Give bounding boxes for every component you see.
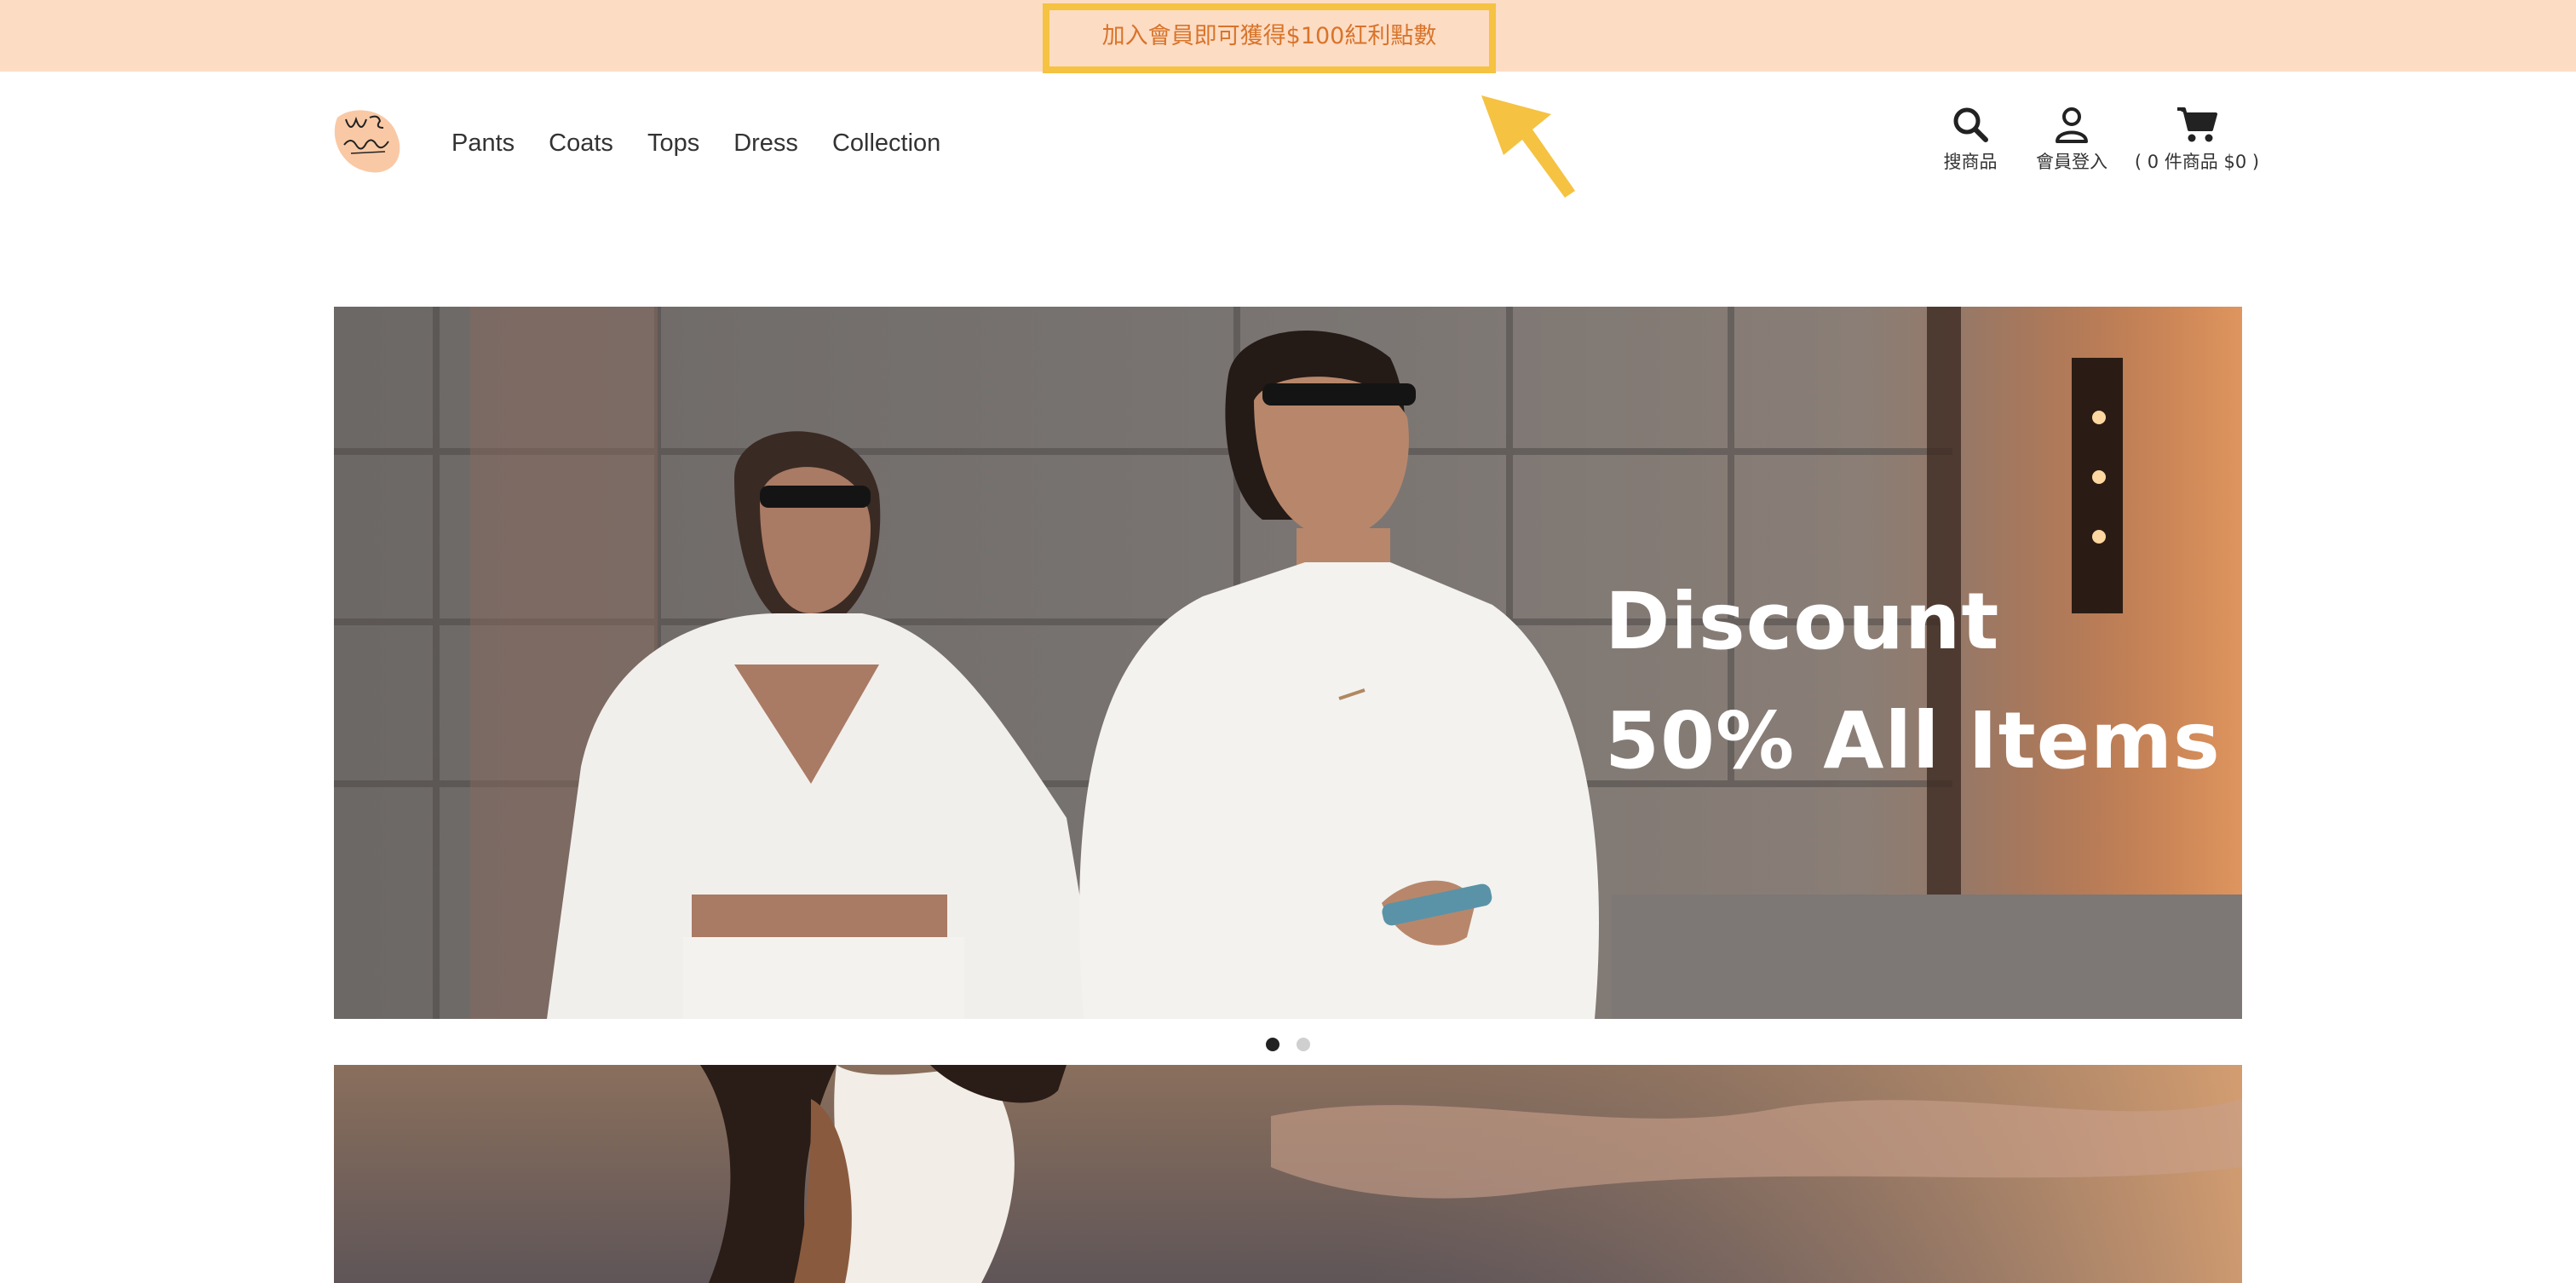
nav-link-tops[interactable]: Tops <box>647 126 699 160</box>
search-label: 搜商品 <box>1943 152 1998 172</box>
member-login-button[interactable]: 會員登入 <box>2029 106 2114 174</box>
carousel-dot-1[interactable] <box>1266 1038 1279 1051</box>
hero-headline: Discount 50% All Items <box>1605 562 2221 801</box>
hero-carousel[interactable]: Discount 50% All Items <box>334 307 2242 1019</box>
hero-headline-line2: 50% All Items <box>1605 695 2221 786</box>
logo-mark <box>334 110 400 173</box>
search-icon <box>1953 107 1988 142</box>
user-icon <box>2056 107 2088 143</box>
second-banner-image[interactable] <box>334 1065 2242 1283</box>
second-banner-photo <box>334 1065 2242 1283</box>
site-logo[interactable] <box>329 101 407 179</box>
header-tools: 搜商品 會員登入 ( 0 件商品 $0 ) <box>1934 106 2274 182</box>
carousel-pagination <box>1266 1038 1310 1051</box>
nav-link-collection[interactable]: Collection <box>832 126 940 160</box>
search-button[interactable]: 搜商品 <box>1941 106 2000 174</box>
nav-link-dress[interactable]: Dress <box>733 126 798 160</box>
main-nav: Pants Coats Tops Dress Collection <box>451 126 975 160</box>
cart-icon <box>2177 107 2217 142</box>
callout-arrow-icon <box>1481 95 1575 198</box>
announcement-bar: 加入會員即可獲得$100紅利點數 <box>0 0 2576 73</box>
nav-link-pants[interactable]: Pants <box>451 126 515 160</box>
member-login-label: 會員登入 <box>2036 152 2107 172</box>
announcement-link[interactable]: 加入會員即可獲得$100紅利點數 <box>1043 3 1496 73</box>
carousel-dot-2[interactable] <box>1297 1038 1310 1051</box>
cart-summary: ( 0 件商品 $0 ) <box>2134 152 2260 172</box>
cart-button[interactable]: ( 0 件商品 $0 ) <box>2119 106 2274 174</box>
hero-headline-line1: Discount <box>1605 576 2000 667</box>
nav-link-coats[interactable]: Coats <box>549 126 613 160</box>
